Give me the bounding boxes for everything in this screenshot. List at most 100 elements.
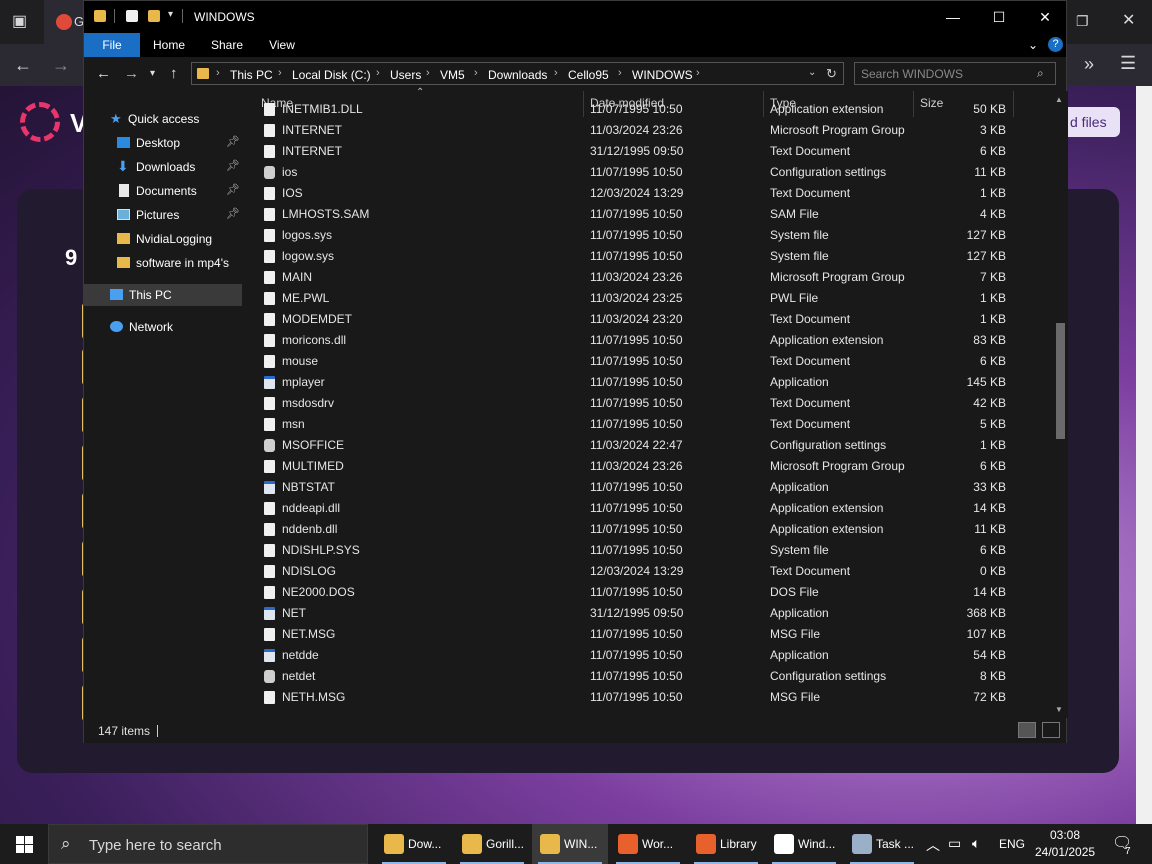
customize-toolbar-icon[interactable]: ▾ (168, 9, 173, 20)
back-icon[interactable]: ← (96, 66, 111, 81)
table-row[interactable]: MODEMDET 11/03/2024 23:20 Text Document 1 K… (242, 309, 1052, 330)
table-row[interactable]: IOS 12/03/2024 13:29 Text Document 1 KB (242, 183, 1052, 204)
table-row[interactable]: INTERNET 31/12/1995 09:50 Text Document 6 K… (242, 141, 1052, 162)
pin-icon[interactable]: 📌︎ (226, 159, 240, 172)
new-folder-icon[interactable] (148, 10, 160, 22)
title-bar[interactable]: ▾ WINDOWS — ☐ ✕ (84, 1, 1066, 33)
web-files-button[interactable]: d files (1062, 107, 1120, 137)
table-row[interactable]: NDISLOG 12/03/2024 13:29 Text Document 0 KB (242, 561, 1052, 582)
table-row[interactable]: nddeapi.dll 11/07/1995 10:50 Application e… (242, 498, 1052, 519)
table-row[interactable]: msdosdrv 11/07/1995 10:50 Text Document 42 … (242, 393, 1052, 414)
search-box[interactable]: ⌕ (854, 62, 1056, 85)
expand-ribbon-icon[interactable]: ⌄ (1028, 38, 1038, 52)
tab-share[interactable]: Share (202, 33, 252, 57)
taskbar-app-button[interactable]: Dow... (376, 824, 452, 864)
taskbar-app-button[interactable]: Wind... (766, 824, 842, 864)
taskbar-app-button[interactable]: Task ... (844, 824, 920, 864)
breadcrumb-downloads[interactable]: Downloads (488, 68, 547, 82)
clock-date[interactable]: 24/01/2025 (1035, 845, 1095, 859)
breadcrumb-windows[interactable]: WINDOWS (632, 68, 693, 82)
breadcrumb-vm5[interactable]: VM5 (440, 68, 465, 82)
table-row[interactable]: MSOFFICE 11/03/2024 22:47 Configuration se… (242, 435, 1052, 456)
scrollbar-thumb[interactable] (1056, 323, 1065, 439)
taskbar-app-button[interactable]: WIN... (532, 824, 608, 864)
breadcrumb-local-disk[interactable]: Local Disk (C:) (292, 68, 371, 82)
forward-icon[interactable]: → (52, 56, 70, 74)
nav-desktop[interactable]: Desktop 📌︎ (84, 132, 242, 154)
back-icon[interactable]: ← (14, 56, 32, 74)
table-row[interactable]: MULTIMED 11/03/2024 23:26 Microsoft Progra… (242, 456, 1052, 477)
overflow-chevrons-icon[interactable]: » (1084, 55, 1094, 73)
nav-quick-access[interactable]: ★ Quick access (84, 108, 242, 130)
show-hidden-icons-icon[interactable]: ︿ (926, 835, 940, 855)
pin-icon[interactable]: 📌︎ (226, 207, 240, 220)
pin-icon[interactable]: 📌︎ (226, 183, 240, 196)
taskbar-app-button[interactable]: Gorill... (454, 824, 530, 864)
browser-scrollbar[interactable] (1136, 86, 1152, 824)
scroll-up-icon[interactable]: ▲ (1055, 95, 1063, 104)
taskbar-search[interactable]: ⌕ Type here to search (48, 824, 368, 864)
large-icons-view-icon[interactable] (1042, 722, 1060, 738)
table-row[interactable]: INTERNET 11/03/2024 23:26 Microsoft Progra… (242, 120, 1052, 141)
table-row[interactable]: INETMIB1.DLL 11/07/1995 10:50 Application … (242, 99, 1052, 120)
table-row[interactable]: NDISHLP.SYS 11/07/1995 10:50 System file 6 … (242, 540, 1052, 561)
pin-icon[interactable]: 📌︎ (226, 135, 240, 148)
breadcrumb[interactable]: › This PC › Local Disk (C:) › Users › VM… (191, 62, 844, 85)
table-row[interactable]: NET 31/12/1995 09:50 Application 368 KB (242, 603, 1052, 624)
breadcrumb-this-pc[interactable]: This PC (230, 68, 273, 82)
table-row[interactable]: NBTSTAT 11/07/1995 10:50 Application 33 KB (242, 477, 1052, 498)
nav-nvidialogging[interactable]: NvidiaLogging (84, 228, 242, 250)
taskbar-app-button[interactable]: Library (688, 824, 764, 864)
table-row[interactable]: moricons.dll 11/07/1995 10:50 Application … (242, 330, 1052, 351)
up-icon[interactable]: ↑ (170, 66, 178, 81)
tab-file[interactable]: File (84, 33, 140, 57)
tab-view[interactable]: View (260, 33, 304, 57)
nav-this-pc[interactable]: This PC (84, 284, 242, 306)
tab-home[interactable]: Home (144, 33, 194, 57)
browser-tab[interactable]: G (44, 0, 84, 44)
breadcrumb-cello95[interactable]: Cello95 (568, 68, 609, 82)
volume-muted-icon[interactable]: 🔈︎ (972, 835, 980, 852)
search-input[interactable] (861, 66, 1031, 82)
table-row[interactable]: logow.sys 11/07/1995 10:50 System file 127 … (242, 246, 1052, 267)
browser-close-icon[interactable]: ✕ (1122, 13, 1135, 29)
table-row[interactable]: LMHOSTS.SAM 11/07/1995 10:50 SAM File 4 KB (242, 204, 1052, 225)
properties-icon[interactable] (126, 10, 138, 22)
table-row[interactable]: NETH.MSG 11/07/1995 10:50 MSG File 72 KB (242, 687, 1052, 708)
nav-pictures[interactable]: Pictures 📌︎ (84, 204, 242, 226)
minimize-button[interactable]: — (930, 1, 976, 33)
recent-locations-icon[interactable]: ▾ (150, 69, 155, 79)
help-icon[interactable]: ? (1048, 37, 1063, 52)
refresh-icon[interactable]: ↻ (826, 66, 837, 82)
nav-documents[interactable]: Documents 📌︎ (84, 180, 242, 202)
table-row[interactable]: netdde 11/07/1995 10:50 Application 54 KB (242, 645, 1052, 666)
address-dropdown-icon[interactable]: ⌄ (808, 67, 816, 78)
close-button[interactable]: ✕ (1022, 1, 1068, 33)
menu-icon[interactable]: ☰ (1120, 54, 1136, 72)
tab-overview-icon[interactable]: ▣ (12, 14, 27, 30)
table-row[interactable]: netdet 11/07/1995 10:50 Configuration sett… (242, 666, 1052, 687)
nav-software-in-mp4s[interactable]: software in mp4's (84, 252, 242, 274)
table-row[interactable]: NE2000.DOS 11/07/1995 10:50 DOS File 14 KB (242, 582, 1052, 603)
details-view-icon[interactable] (1018, 722, 1036, 738)
forward-icon[interactable]: → (124, 66, 139, 81)
network-status-icon[interactable]: ▭ (948, 835, 961, 852)
restore-icon[interactable]: ❐ (1076, 14, 1089, 28)
table-row[interactable]: NET.MSG 11/07/1995 10:50 MSG File 107 KB (242, 624, 1052, 645)
table-row[interactable]: ME.PWL 11/03/2024 23:25 PWL File 1 KB (242, 288, 1052, 309)
breadcrumb-users[interactable]: Users (390, 68, 421, 82)
language-indicator[interactable]: ENG (999, 837, 1025, 851)
table-row[interactable]: mplayer 11/07/1995 10:50 Application 145 KB (242, 372, 1052, 393)
nav-network[interactable]: Network (84, 316, 242, 338)
table-row[interactable]: ios 11/07/1995 10:50 Configuration setting… (242, 162, 1052, 183)
maximize-button[interactable]: ☐ (976, 1, 1022, 33)
scroll-down-icon[interactable]: ▼ (1055, 705, 1063, 714)
taskbar-app-button[interactable]: Wor... (610, 824, 686, 864)
table-row[interactable]: msn 11/07/1995 10:50 Text Document 5 KB (242, 414, 1052, 435)
vertical-scrollbar[interactable]: ▲ ▼ (1052, 91, 1068, 718)
clock-time[interactable]: 03:08 (1050, 828, 1080, 842)
table-row[interactable]: nddenb.dll 11/07/1995 10:50 Application ex… (242, 519, 1052, 540)
table-row[interactable]: logos.sys 11/07/1995 10:50 System file 127 … (242, 225, 1052, 246)
nav-downloads[interactable]: ⬇ Downloads 📌︎ (84, 156, 242, 178)
start-button[interactable] (0, 824, 48, 864)
